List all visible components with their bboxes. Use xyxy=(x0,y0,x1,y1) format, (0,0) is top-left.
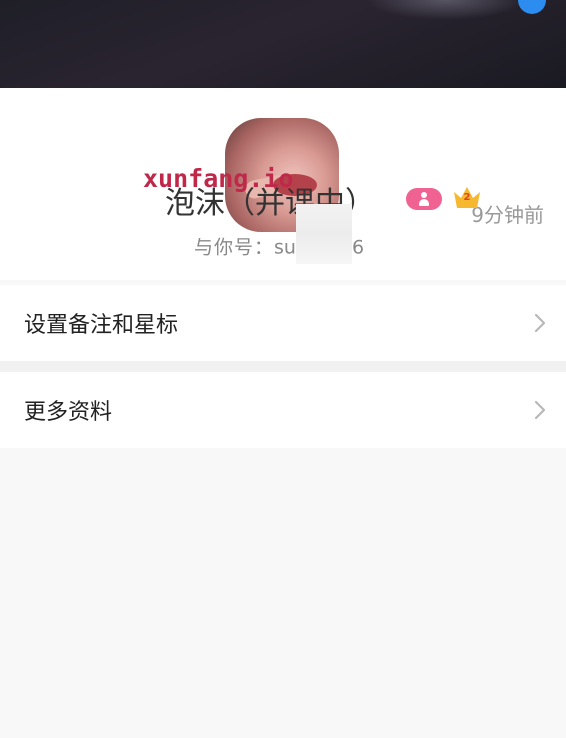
chevron-right-icon xyxy=(534,400,546,420)
person-head-shape xyxy=(421,192,427,198)
profile-page: 9分钟前 xunfang.io 泡沫（并课中） 2 与你号：su 6 设置备注和星… xyxy=(0,0,566,738)
menu-item-label: 更多资料 xyxy=(24,400,113,425)
crown-level-icon: 2 xyxy=(452,184,482,210)
cover-action-button[interactable] xyxy=(518,0,546,14)
menu-item-more-info[interactable]: 更多资料 xyxy=(0,372,566,448)
account-prefix: 与你号： xyxy=(194,236,275,259)
account-id: 与你号：su 6 xyxy=(194,204,365,264)
account-end: 6 xyxy=(351,236,365,259)
section-divider xyxy=(0,361,566,372)
person-body-shape xyxy=(419,199,429,206)
chevron-right-icon xyxy=(534,313,546,333)
menu-item-label: 设置备注和星标 xyxy=(24,313,179,338)
menu-item-remark-star[interactable]: 设置备注和星标 xyxy=(0,285,566,361)
watermark: xunfang.io xyxy=(143,164,294,193)
crown-level-number: 2 xyxy=(463,192,471,203)
cover-highlight xyxy=(366,0,526,20)
account-mask xyxy=(295,204,352,264)
gender-badge-icon xyxy=(406,188,442,210)
account-start: su xyxy=(274,236,296,259)
cover-image xyxy=(0,0,566,88)
